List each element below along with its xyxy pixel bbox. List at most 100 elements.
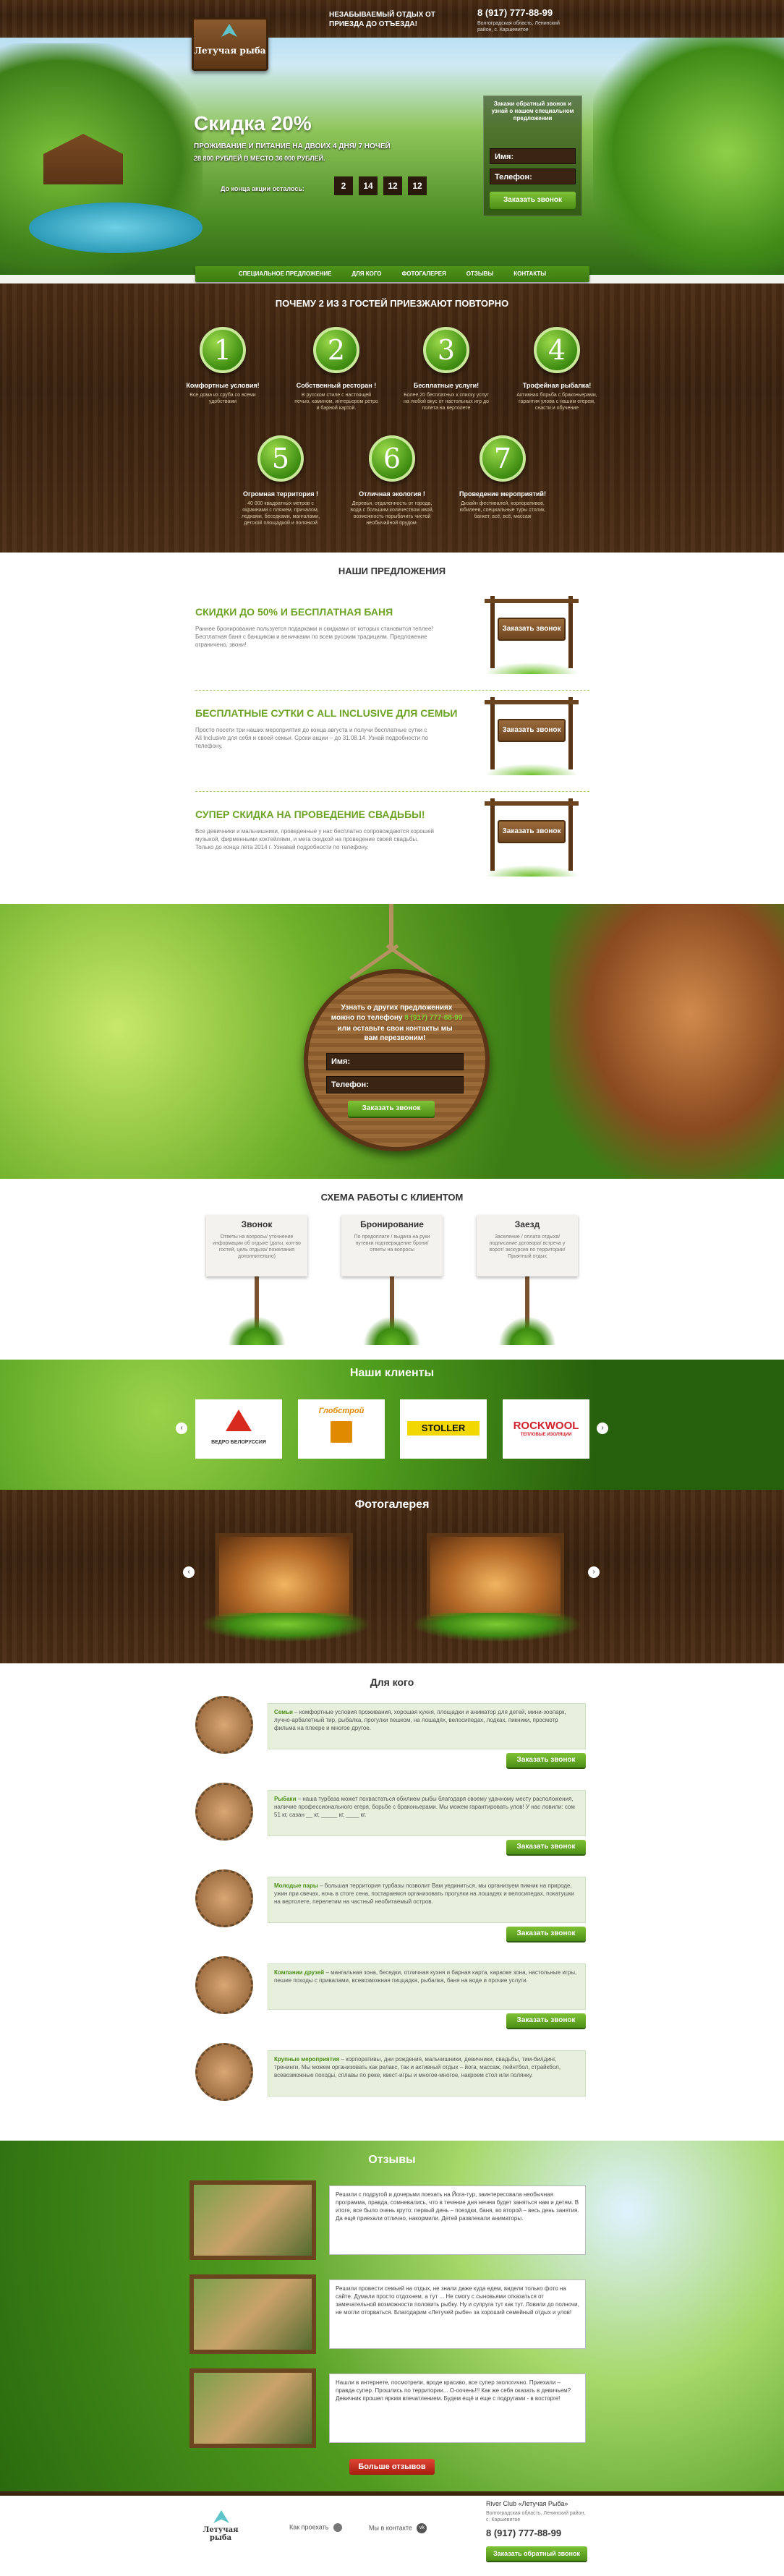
gallery-photo-2[interactable] [427, 1533, 564, 1620]
who-title: Для кого [370, 1676, 414, 1688]
scheme-section: СХЕМА РАБОТЫ С КЛИЕНТОМ Звонок Ответы на… [0, 1179, 784, 1360]
client-logo-4[interactable]: ROCKWOOL ТЕПЛОВЫЕ ИЗОЛЯЦИИ [503, 1399, 589, 1459]
hero-callback-button[interactable]: Заказать звонок [490, 192, 576, 209]
sign-post [490, 596, 495, 668]
countdown: 2 14 12 12 [334, 176, 427, 195]
who-callback-button[interactable]: Заказать звонок [506, 2013, 586, 2028]
nav-special-offer[interactable]: СПЕЦИАЛЬНОЕ ПРЕДЛОЖЕНИЕ [229, 266, 342, 282]
nav-gallery[interactable]: ФОТОГАЛЕРЕЯ [391, 266, 456, 282]
footer-phone: 8 (917) 777-88-99 [486, 2528, 562, 2538]
callback-phone-input[interactable]: Телефон: [326, 1076, 464, 1093]
hero-price: 28 800 РУБЛЕЙ В МЕСТО 36 000 РУБЛЕЙ. [194, 155, 325, 162]
client-logo-text: ВЕДРО БЕЛОРУССИЯ [211, 1440, 266, 1445]
why-item-title: Отличная экология ! [359, 490, 425, 498]
why-title: ПОЧЕМУ 2 ИЗ 3 ГОСТЕЙ ПРИЕЗЖАЮТ ПОВТОРНО [275, 298, 509, 309]
main-nav: СПЕЦИАЛЬНОЕ ПРЕДЛОЖЕНИЕ ДЛЯ КОГО ФОТОГАЛЕР… [195, 266, 589, 282]
scheme-step-title: Заезд [514, 1219, 540, 1229]
footer-callback-button[interactable]: Заказать обратный звонок [486, 2546, 587, 2561]
offer-item-1: СКИДКИ ДО 50% И БЕСПЛАТНАЯ БАНЯ Раннее б… [195, 596, 589, 683]
who-callback-button[interactable]: Заказать звонок [506, 1840, 586, 1854]
gallery-next-icon[interactable]: › [588, 1566, 600, 1578]
sign-beam [485, 801, 579, 806]
who-label: Компании друзей [274, 1969, 325, 1976]
why-item-title: Собственный ресторан ! [296, 382, 377, 389]
offer-sign-button[interactable]: Заказать звонок [498, 820, 566, 843]
hero-form-title: Закажи обратный звонок и узнай о нашем с… [491, 101, 574, 121]
who-callback-button[interactable]: Заказать звонок [506, 1927, 586, 1941]
countdown-days: 2 [334, 176, 353, 195]
why-item-3: 3 Бесплатные услуги! Более 20 бесплатных… [403, 327, 490, 411]
nav-reviews[interactable]: ОТЗЫВЫ [456, 266, 504, 282]
signpost: Заказать звонок [485, 798, 579, 878]
carousel-prev-icon[interactable]: ‹ [176, 1423, 187, 1434]
logo-mark [226, 1409, 252, 1431]
logo-sign[interactable]: Летучая рыба [192, 17, 268, 71]
client-logo-2[interactable]: Глобстрой [298, 1399, 385, 1459]
avatar-friends [195, 1956, 253, 2014]
footer-logo[interactable]: Летучая рыба [199, 2510, 242, 2546]
who-callback-button[interactable]: Заказать звонок [506, 1753, 586, 1767]
why-item-title: Проведение мероприятий! [459, 490, 546, 498]
callback-name-input[interactable]: Имя: [326, 1053, 464, 1070]
how-to-get-link[interactable]: Как проехать [289, 2523, 342, 2532]
callback-phone: 8 (917) 777-88-99 [404, 1014, 463, 1022]
offer-sign-button[interactable]: Заказать звонок [498, 719, 566, 742]
how-to-get-label: Как проехать [289, 2523, 329, 2531]
sign-beam [485, 700, 579, 704]
client-logo-text: STOLLER [407, 1421, 480, 1436]
nav-for-whom[interactable]: ДЛЯ КОГО [341, 266, 391, 282]
grass-decoration [485, 865, 579, 877]
who-desc: – наша турбаза может похвастаться обилие… [274, 1796, 575, 1818]
nav-contacts[interactable]: КОНТАКТЫ [503, 266, 556, 282]
hero-form: Закажи обратный звонок и узнай о нашем с… [483, 95, 582, 216]
more-reviews-button[interactable]: Больше отзывов [349, 2459, 435, 2475]
grass-decoration [203, 1613, 369, 1642]
client-logo-3[interactable]: STOLLER [400, 1399, 487, 1459]
number-badge: 1 [200, 327, 246, 373]
why-item-desc: 40 000 квадратных метров с окраинами с п… [241, 501, 320, 526]
hero-discount: Скидка 20% [194, 112, 312, 135]
who-text-events: Крупные мероприятия – корпоративы, дни р… [268, 2050, 586, 2097]
number-badge: 5 [257, 435, 304, 482]
wooden-board: Узнать о других предложениях можно по те… [304, 969, 490, 1151]
grass-decoration [363, 1316, 421, 1345]
reviews-title: Отзывы [368, 2154, 416, 2166]
offer-divider [195, 791, 589, 792]
footer-club: River Club «Летучая Рыба» [486, 2500, 568, 2507]
header-phone: 8 (917) 777-88-99 [477, 7, 553, 18]
scheme-card: Заезд Заселение / оплата отдыха/ подписа… [477, 1215, 578, 1276]
rope [389, 904, 393, 947]
client-logo-text: ROCKWOOL [513, 1420, 579, 1432]
who-label: Рыбаки [274, 1796, 297, 1802]
why-item-desc: В русском стиле с настоящей печью, камин… [294, 393, 378, 411]
scheme-step-desc: По предоплате / выдача на руки путевки п… [354, 1234, 430, 1253]
scheme-step-3: Заезд Заселение / оплата отдыха/ подписа… [473, 1215, 581, 1345]
forest-right [593, 29, 784, 275]
header-address: Волгоградская область, Ленинский район, … [477, 21, 560, 33]
callback-button[interactable]: Заказать звонок [348, 1101, 435, 1117]
callback-blur-right [550, 904, 784, 1179]
who-desc: – комфортные условия проживания, хорошая… [274, 1709, 566, 1731]
sign-post [568, 798, 573, 871]
vk-link[interactable]: Мы в контакте vk [369, 2523, 427, 2533]
avatar-fishermen [195, 1783, 253, 1841]
why-item-desc: Деревья, отдаленность от города, вода с … [350, 501, 434, 526]
avatar-events [195, 2043, 253, 2101]
offer-item-3: СУПЕР СКИДКА НА ПРОВЕДЕНИЕ СВАДЬБЫ! Все … [195, 798, 589, 885]
countdown-minutes: 12 [383, 176, 402, 195]
offer-sign-button[interactable]: Заказать звонок [498, 618, 566, 641]
client-logo-1[interactable]: ВЕДРО БЕЛОРУССИЯ [195, 1399, 282, 1459]
grass-decoration [485, 764, 579, 775]
gallery-prev-icon[interactable]: ‹ [183, 1566, 195, 1578]
why-item-title: Бесплатные услуги! [413, 382, 480, 389]
scheme-step-title: Звонок [241, 1219, 273, 1229]
scheme-step-2: Бронирование По предоплате / выдача на р… [338, 1215, 446, 1345]
hero-name-input[interactable]: Имя: [490, 148, 576, 164]
who-desc: – большая территория турбазы позволит Ва… [274, 1882, 575, 1905]
carousel-next-icon[interactable]: › [597, 1423, 608, 1434]
who-section: Для кого Семьи – комфортные условия прож… [0, 1663, 784, 2141]
callback-text-3: или оставьте свои контакты мы вам перезв… [337, 1025, 453, 1042]
gallery-photo-1[interactable] [216, 1533, 353, 1620]
fish-logo-icon [221, 24, 237, 37]
hero-phone-input[interactable]: Телефон: [490, 169, 576, 184]
